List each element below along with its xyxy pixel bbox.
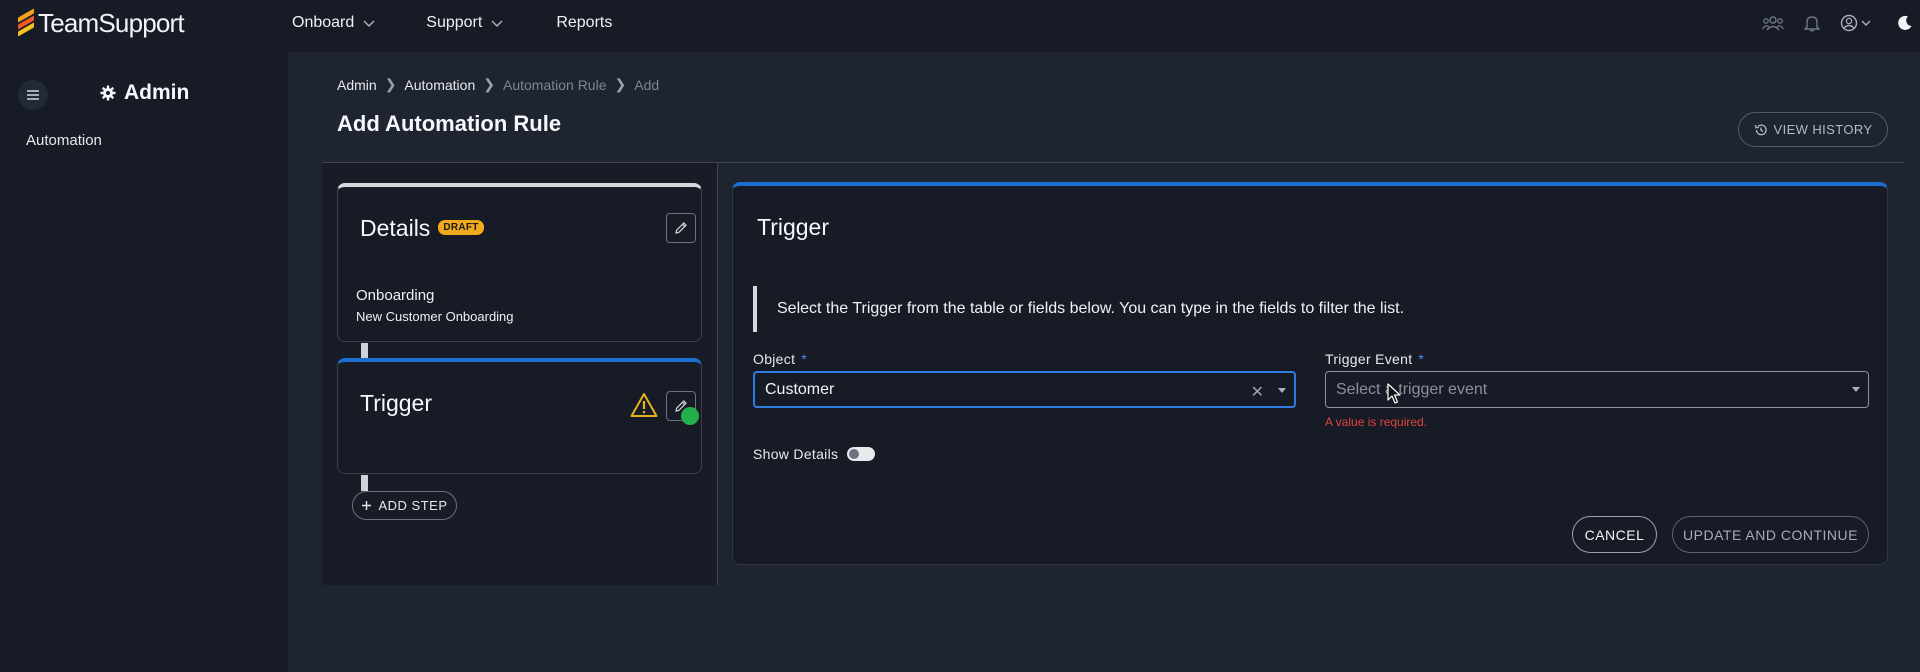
- show-details-toggle[interactable]: [847, 447, 875, 461]
- caret-down-icon: [1852, 387, 1860, 392]
- object-select[interactable]: Customer ✕: [753, 371, 1296, 408]
- history-icon: [1754, 123, 1767, 135]
- details-step-card[interactable]: Details DRAFT Onboarding New Customer Onb…: [337, 183, 702, 342]
- rule-description: New Customer Onboarding: [356, 309, 514, 324]
- cancel-button[interactable]: CANCEL: [1572, 516, 1657, 553]
- teamsupport-logo-icon: [18, 8, 34, 37]
- trigger-info-callout: Select the Trigger from the table or fie…: [753, 286, 1404, 332]
- user-circle-icon: [1840, 14, 1871, 32]
- details-step-title: Details DRAFT: [360, 215, 484, 242]
- panel-divider: [717, 163, 718, 585]
- gear-icon: [100, 85, 116, 101]
- moon-icon[interactable]: [1894, 12, 1916, 34]
- update-and-continue-button[interactable]: UPDATE AND CONTINUE: [1672, 516, 1869, 553]
- add-step-button[interactable]: ADD STEP: [352, 491, 457, 520]
- trigger-form-card: Trigger Select the Trigger from the tabl…: [732, 182, 1888, 565]
- required-marker: *: [1418, 351, 1425, 367]
- breadcrumb: Admin ❯ Automation ❯ Automation Rule ❯ A…: [337, 76, 659, 93]
- view-history-label: VIEW HISTORY: [1773, 122, 1873, 137]
- draft-badge: DRAFT: [438, 220, 484, 236]
- chevron-down-icon: [363, 20, 375, 28]
- sidebar-title-label: Admin: [124, 81, 190, 104]
- clear-icon[interactable]: ✕: [1251, 382, 1264, 402]
- edit-details-button[interactable]: [666, 213, 696, 243]
- nav-reports[interactable]: Reports: [556, 14, 612, 32]
- breadcrumb-automation-rule: Automation Rule: [502, 76, 607, 93]
- details-step-title-text: Details: [360, 215, 431, 241]
- hamburger-icon: [27, 90, 39, 100]
- menu-toggle-button[interactable]: [18, 80, 48, 110]
- trigger-step-title: Trigger: [360, 390, 432, 416]
- breadcrumb-admin[interactable]: Admin: [337, 77, 377, 93]
- status-dot: [681, 407, 699, 425]
- rule-name: Onboarding: [356, 287, 435, 304]
- page-title: Add Automation Rule: [337, 111, 562, 136]
- nav-onboard[interactable]: Onboard: [292, 14, 376, 32]
- caret-down-icon: [1278, 388, 1286, 393]
- show-details-label: Show Details: [753, 446, 839, 462]
- chevron-right-icon: ❯: [483, 76, 495, 92]
- brand-name: TeamSupport: [38, 7, 185, 38]
- breadcrumb-add: Add: [634, 76, 660, 93]
- trigger-event-error: A value is required.: [1325, 415, 1428, 429]
- trigger-event-label-text: Trigger Event: [1325, 351, 1413, 367]
- trigger-form-title: Trigger: [757, 214, 829, 240]
- required-marker: *: [801, 351, 808, 367]
- bell-icon[interactable]: [1801, 12, 1823, 34]
- plus-icon: [362, 501, 372, 510]
- nav-support[interactable]: Support: [426, 14, 504, 32]
- mouse-cursor-icon: [1387, 383, 1401, 404]
- top-navbar: TeamSupport Onboard Support Reports: [0, 0, 1920, 52]
- object-field-label: Object *: [753, 351, 807, 367]
- sidebar-title: Admin: [100, 81, 189, 105]
- trigger-event-placeholder: Select a trigger event: [1336, 380, 1488, 398]
- object-label-text: Object: [753, 351, 796, 367]
- admin-sidebar: Admin Automation: [0, 52, 288, 672]
- nav-onboard-label: Onboard: [292, 14, 355, 31]
- chevron-down-icon: [491, 20, 503, 28]
- brand-logo[interactable]: TeamSupport: [18, 7, 185, 38]
- warning-icon: [630, 393, 658, 417]
- nav-support-label: Support: [426, 14, 483, 31]
- sidebar-item-automation[interactable]: Automation: [26, 132, 102, 149]
- toggle-knob: [849, 449, 859, 459]
- trigger-event-field-label: Trigger Event *: [1325, 351, 1424, 367]
- add-step-label: ADD STEP: [378, 498, 448, 513]
- step-connector: [361, 343, 368, 358]
- pencil-icon: [675, 222, 687, 234]
- chevron-right-icon: ❯: [614, 76, 627, 92]
- team-icon[interactable]: [1762, 12, 1784, 34]
- breadcrumb-automation[interactable]: Automation: [404, 77, 475, 93]
- trigger-event-select[interactable]: Select a trigger event: [1325, 371, 1869, 408]
- main-nav: Onboard Support Reports: [292, 0, 612, 46]
- view-history-button[interactable]: VIEW HISTORY: [1738, 112, 1888, 147]
- user-menu-button[interactable]: [1840, 12, 1874, 34]
- step-connector: [361, 475, 368, 491]
- object-select-value: Customer: [765, 380, 835, 398]
- nav-reports-label: Reports: [556, 14, 613, 31]
- chevron-right-icon: ❯: [384, 76, 397, 92]
